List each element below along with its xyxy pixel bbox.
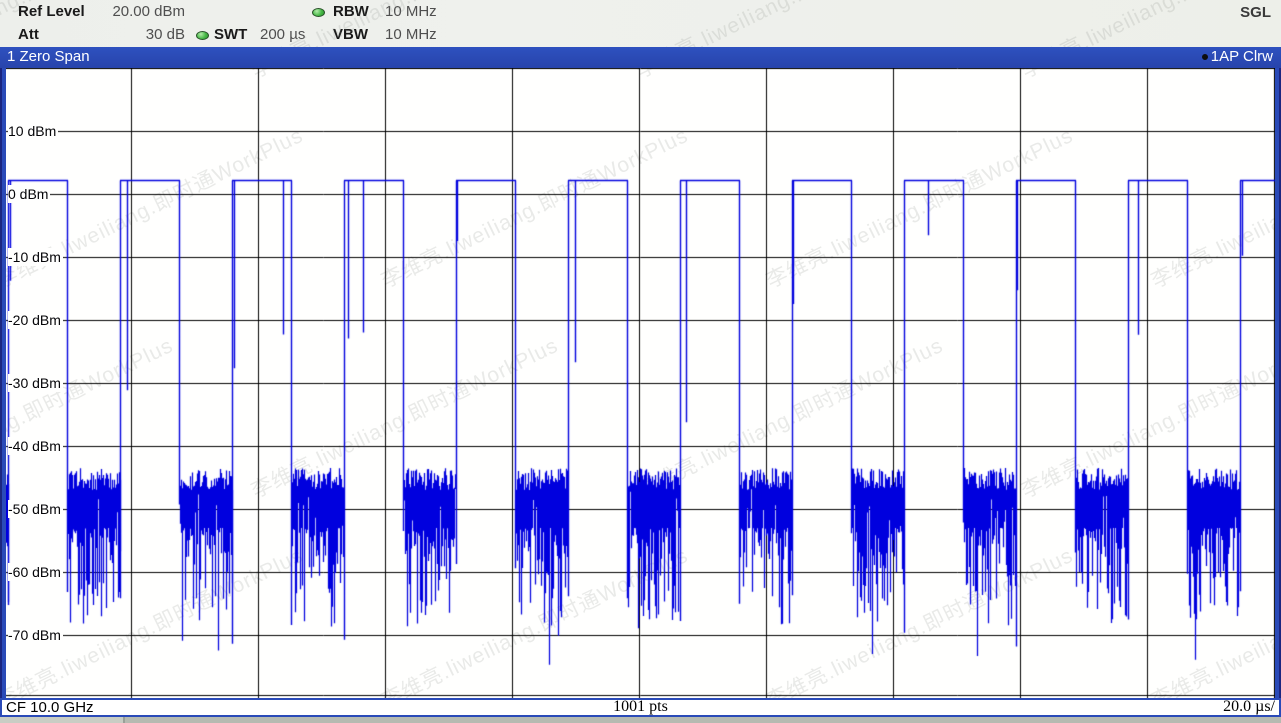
ref-level-value: 20.00 dBm [100, 3, 185, 20]
bottom-strip-segment [0, 717, 125, 723]
swt-label: SWT [214, 26, 247, 43]
diagram-border-right [1275, 47, 1281, 718]
y-axis-label: -10 dBm [8, 248, 63, 266]
zero-span-trace-plot[interactable] [6, 68, 1275, 698]
footer-bar: CF 10.0 GHz 1001 pts 20.0 µs/ [0, 698, 1281, 717]
y-axis-label: -40 dBm [8, 437, 63, 455]
swt-value: 200 µs [260, 26, 305, 43]
trace-marker-icon [1202, 54, 1208, 60]
sweep-points-readout: 1001 pts [2, 698, 1279, 716]
vbw-value: 10 MHz [385, 26, 437, 43]
trace-legend-label: 1AP Clrw [1211, 48, 1273, 65]
y-axis-label: -60 dBm [8, 563, 63, 581]
vbw-label: VBW [333, 26, 368, 43]
y-axis-label: -20 dBm [8, 311, 63, 329]
y-axis-label: -30 dBm [8, 374, 63, 392]
spectrum-analyzer-screen: Ref Level 20.00 dBm Att 30 dB RBW 10 MHz… [0, 0, 1281, 723]
y-axis-label: 0 dBm [8, 185, 50, 203]
y-axis-label: -50 dBm [8, 500, 63, 518]
time-per-division-readout: 20.0 µs/ [1223, 698, 1275, 716]
single-sweep-badge: SGL [1240, 4, 1271, 21]
window-title-bar: 1 Zero Span 1AP Clrw [0, 47, 1281, 68]
rbw-value: 10 MHz [385, 3, 437, 20]
ref-level-label: Ref Level [18, 3, 85, 20]
settings-header: Ref Level 20.00 dBm Att 30 dB RBW 10 MHz… [0, 0, 1281, 47]
diagram-border-left [0, 47, 6, 718]
trace-legend[interactable]: 1AP Clrw [1202, 48, 1273, 65]
swt-led-icon [196, 31, 209, 40]
rbw-label: RBW [333, 3, 369, 20]
att-label: Att [18, 26, 39, 43]
y-axis-label: -70 dBm [8, 626, 63, 644]
rbw-led-icon [312, 8, 325, 17]
window-title: 1 Zero Span [7, 48, 90, 65]
att-value: 30 dB [100, 26, 185, 43]
y-axis-label: 10 dBm [8, 122, 58, 140]
bottom-strip [0, 717, 1281, 723]
